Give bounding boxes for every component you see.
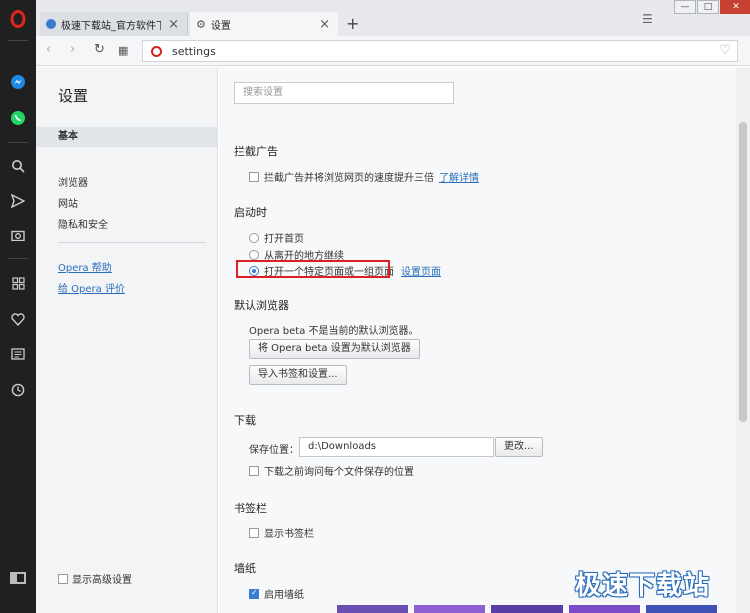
url-field[interactable]: settings ♡: [142, 40, 738, 62]
history-icon[interactable]: [9, 381, 27, 399]
nav-item-websites[interactable]: 网站: [58, 195, 78, 210]
tab-label: 极速下载站_官方软件下载: [61, 20, 161, 32]
tab-strip: 极速下载站_官方软件下载 × ⚙ 设置 × + ☰ — □ ✕: [36, 0, 750, 36]
gear-icon: ⚙: [196, 17, 206, 31]
back-icon[interactable]: ‹: [46, 42, 51, 57]
show-bookmarks-bar-option[interactable]: 显示书签栏: [249, 525, 314, 540]
nav-item-basic[interactable]: 基本: [36, 127, 217, 147]
search-settings-input[interactable]: 搜索设置: [234, 82, 454, 104]
tab-label: 设置: [210, 20, 231, 32]
show-advanced-settings[interactable]: 显示高级设置: [58, 571, 132, 586]
nav-item-browser[interactable]: 浏览器: [58, 174, 88, 189]
send-icon[interactable]: [9, 192, 27, 210]
checkbox[interactable]: [58, 573, 68, 584]
checkbox[interactable]: [249, 171, 259, 182]
nav-divider: [58, 242, 206, 243]
close-icon[interactable]: ×: [168, 17, 179, 32]
watermark: 极速下载站: [575, 571, 711, 601]
news-icon[interactable]: [9, 345, 27, 363]
section-title-download: 下载: [234, 414, 256, 427]
close-window-button[interactable]: ✕: [720, 0, 750, 14]
opera-help-link[interactable]: Opera 帮助: [58, 259, 112, 274]
wallpaper-thumbnail[interactable]: [414, 605, 486, 613]
ask-download-option[interactable]: 下载之前询问每个文件保存的位置: [249, 463, 414, 478]
heart-icon[interactable]: [9, 310, 27, 328]
maximize-button[interactable]: □: [697, 0, 719, 14]
speed-dial-icon[interactable]: [9, 274, 27, 292]
speed-dial-icon[interactable]: ▦: [118, 44, 128, 57]
sidebar-toggle-icon[interactable]: [10, 572, 26, 584]
section-title-startup: 启动时: [234, 206, 267, 219]
show-bookmarks-bar-label: 显示书签栏: [264, 529, 314, 540]
settings-content: 搜索设置 拦截广告 拦截广告并将浏览网页的速度提升三倍 了解详情 启动时 打开首…: [219, 67, 736, 613]
adblock-option[interactable]: 拦截广告并将浏览网页的速度提升三倍 了解详情: [249, 169, 479, 184]
globe-icon: [46, 19, 56, 29]
wallpaper-thumbnail[interactable]: [337, 605, 409, 613]
default-browser-status: Opera beta 不是当前的默认浏览器。: [249, 326, 419, 337]
sidebar-divider: [8, 258, 28, 259]
section-title-bookmarks-bar: 书签栏: [234, 502, 267, 515]
forward-icon[interactable]: ›: [70, 42, 75, 57]
tab-jisu[interactable]: 极速下载站_官方软件下载 ×: [40, 12, 188, 36]
checkbox[interactable]: [249, 465, 259, 476]
tab-menu-icon[interactable]: ☰: [642, 12, 653, 26]
save-location-label: 保存位置：: [249, 445, 299, 456]
nav-item-privacy[interactable]: 隐私和安全: [58, 216, 108, 231]
section-title-default-browser: 默认浏览器: [234, 299, 289, 312]
section-title-adblock: 拦截广告: [234, 145, 278, 158]
wallpaper-thumbnails: [337, 605, 718, 613]
messenger-icon[interactable]: [9, 73, 27, 91]
new-tab-button[interactable]: +: [346, 14, 359, 33]
ask-download-label: 下载之前询问每个文件保存的位置: [264, 467, 414, 478]
wallpaper-thumbnail[interactable]: [491, 605, 563, 613]
bookmark-heart-icon[interactable]: ♡: [719, 43, 731, 58]
enable-wallpaper-label: 启用墙纸: [264, 590, 304, 601]
scrollbar-thumb[interactable]: [739, 122, 747, 422]
address-bar: ‹ › ↻ ▦ settings ♡: [36, 36, 750, 66]
page-title: 设置: [58, 87, 89, 105]
close-icon[interactable]: ×: [319, 17, 330, 32]
import-bookmarks-button[interactable]: 导入书签和设置...: [249, 365, 347, 385]
section-title-wallpaper: 墙纸: [234, 562, 256, 575]
checkbox-checked[interactable]: [249, 588, 259, 599]
opera-sidebar: [0, 0, 36, 613]
radio[interactable]: [249, 232, 259, 243]
opera-icon[interactable]: [9, 10, 27, 28]
adblock-label: 拦截广告并将浏览网页的速度提升三倍: [264, 173, 434, 184]
enable-wallpaper-option[interactable]: 启用墙纸: [249, 586, 304, 601]
show-advanced-label: 显示高级设置: [72, 575, 132, 586]
radio[interactable]: [249, 249, 259, 260]
change-path-button[interactable]: 更改...: [495, 437, 543, 457]
set-pages-link[interactable]: 设置页面: [401, 263, 441, 278]
settings-nav: 设置 基本 浏览器 网站 隐私和安全 Opera 帮助 给 Opera 评价 显…: [36, 67, 218, 613]
sidebar-divider: [8, 40, 28, 41]
highlight-box: [236, 260, 390, 278]
tab-settings[interactable]: ⚙ 设置 ×: [190, 12, 338, 36]
opera-logo-icon: [151, 45, 162, 57]
startup-option-label: 打开首页: [264, 234, 304, 245]
sidebar-divider: [8, 142, 28, 143]
download-path-input[interactable]: d:\Downloads: [299, 437, 494, 457]
search-icon[interactable]: [9, 157, 27, 175]
scrollbar[interactable]: [736, 67, 750, 613]
set-default-browser-button[interactable]: 将 Opera beta 设置为默认浏览器: [249, 339, 420, 359]
url-text: settings: [172, 44, 216, 58]
wallpaper-thumbnail[interactable]: [568, 605, 640, 613]
rate-opera-link[interactable]: 给 Opera 评价: [58, 280, 125, 295]
checkbox[interactable]: [249, 527, 259, 538]
reload-icon[interactable]: ↻: [94, 42, 105, 57]
startup-option-home[interactable]: 打开首页: [249, 230, 304, 245]
whatsapp-icon[interactable]: [9, 109, 27, 127]
camera-icon[interactable]: [9, 226, 27, 244]
wallpaper-thumbnail[interactable]: [645, 605, 718, 613]
learn-more-link[interactable]: 了解详情: [439, 169, 479, 184]
minimize-button[interactable]: —: [674, 0, 696, 14]
